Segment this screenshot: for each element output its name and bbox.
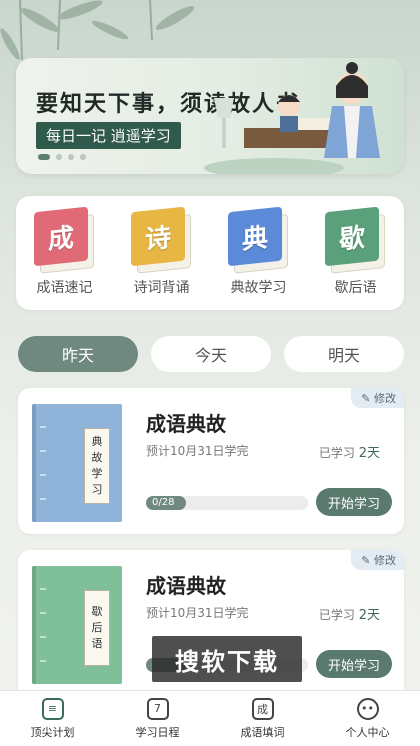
category-panel: 成 成语速记 诗 诗词背诵 典 典故学习 歇 歇后语: [16, 196, 404, 310]
nav-label: 学习日程: [135, 725, 180, 739]
pagination-dot[interactable]: [80, 154, 86, 160]
plan-studied-days: 已学习 2天: [318, 608, 380, 623]
category-label: 歇后语: [334, 280, 377, 296]
nav-schedule[interactable]: 7 学习日程: [113, 697, 203, 740]
edit-button[interactable]: ✎ 修改: [351, 388, 404, 408]
tab-today[interactable]: 今天: [151, 336, 271, 372]
category-allusions[interactable]: 典 典故学习: [215, 206, 303, 297]
progress-bar: 0/28: [146, 496, 308, 510]
nav-plan[interactable]: ≡ 顶尖计划: [8, 697, 98, 740]
list-icon: ≡: [41, 697, 64, 720]
category-xiehouyu[interactable]: 歇 歇后语: [312, 206, 400, 297]
start-study-button[interactable]: 开始学习: [316, 650, 392, 678]
progress-fill: 0/28: [146, 496, 186, 510]
banner-pagination: [38, 154, 86, 160]
pagination-dot[interactable]: [68, 154, 74, 160]
plan-finish-date: 预计10月31日学完: [146, 444, 249, 458]
pagination-dot[interactable]: [38, 154, 50, 160]
cover-title: 歇 后 语: [84, 590, 110, 666]
allusion-book-icon: 典: [227, 206, 290, 275]
cover-title: 典 故 学 习: [84, 428, 110, 504]
banner-subtitle: 每日一记 逍遥学习: [36, 122, 181, 149]
xiehouyu-book-icon: 歇: [324, 206, 387, 275]
pagination-dot[interactable]: [56, 154, 62, 160]
bottom-nav: ≡ 顶尖计划 7 学习日程 成 成语填词 •• 个人中心: [0, 690, 420, 746]
category-label: 诗词背诵: [133, 280, 190, 296]
nav-label: 成语填词: [240, 725, 285, 739]
calendar-icon: 7: [146, 697, 169, 720]
nav-idiom-fill[interactable]: 成 成语填词: [218, 697, 308, 740]
start-study-button[interactable]: 开始学习: [316, 488, 392, 516]
book-cover: 典 故 学 习: [32, 404, 122, 522]
category-poems[interactable]: 诗 诗词背诵: [118, 206, 206, 297]
watermark: 搜软下载: [152, 636, 302, 682]
category-label: 成语速记: [36, 280, 93, 296]
edit-button[interactable]: ✎ 修改: [351, 550, 404, 570]
profile-icon: ••: [356, 697, 379, 720]
promo-banner[interactable]: 要知天下事，须读故人书 每日一记 逍遥学习: [16, 58, 404, 174]
category-label: 典故学习: [230, 280, 287, 296]
plan-title: 成语典故: [146, 412, 226, 436]
poem-book-icon: 诗: [130, 206, 193, 275]
tab-tomorrow[interactable]: 明天: [284, 336, 404, 372]
plan-finish-date: 预计10月31日学完: [146, 606, 249, 620]
category-idioms[interactable]: 成 成语速记: [21, 206, 109, 297]
nav-label: 顶尖计划: [30, 725, 75, 739]
nav-label: 个人中心: [345, 725, 390, 739]
tab-yesterday[interactable]: 昨天: [18, 336, 138, 372]
plan-studied-days: 已学习 2天: [318, 446, 380, 461]
book-cover: 歇 后 语: [32, 566, 122, 684]
day-tabs: 昨天 今天 明天: [18, 336, 404, 372]
nav-profile[interactable]: •• 个人中心: [323, 697, 413, 740]
idiom-icon: 成: [251, 697, 274, 720]
idiom-book-icon: 成: [33, 206, 96, 275]
plan-title: 成语典故: [146, 574, 226, 598]
plan-card[interactable]: 典 故 学 习 ✎ 修改 成语典故 预计10月31日学完 已学习 2天 0/28…: [18, 388, 404, 534]
scholar-illustration: [204, 62, 380, 174]
